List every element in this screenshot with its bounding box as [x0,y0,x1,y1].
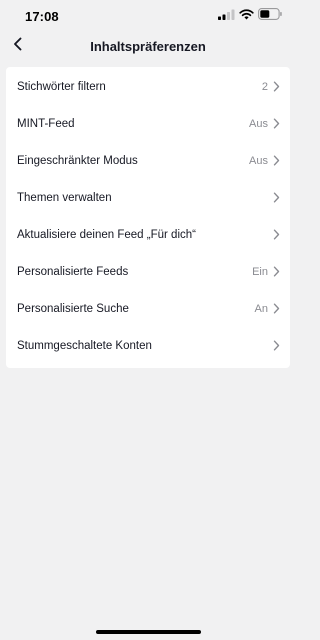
chevron-right-icon [273,192,280,203]
navigation-bar: Inhaltspräferenzen [0,34,296,60]
setting-row-personalized-feeds[interactable]: Personalisierte Feeds Ein [6,253,290,290]
setting-label: MINT-Feed [17,117,75,130]
battery-icon [258,7,282,25]
setting-row-refresh-for-you-feed[interactable]: Aktualisiere deinen Feed „Für dich“ [6,216,290,253]
chevron-right-icon [273,118,280,129]
setting-row-restricted-mode[interactable]: Eingeschränkter Modus Aus [6,142,290,179]
status-bar: 17:08 [0,0,296,34]
setting-value: Ein [252,265,268,278]
page-title: Inhaltspräferenzen [90,39,206,54]
setting-label: Stichwörter filtern [17,80,106,93]
setting-value: Aus [249,154,268,167]
chevron-right-icon [273,155,280,166]
setting-label: Personalisierte Suche [17,302,129,315]
setting-row-stem-feed[interactable]: MINT-Feed Aus [6,105,290,142]
setting-value: Aus [249,117,268,130]
cellular-signal-icon [218,7,235,25]
setting-label: Personalisierte Feeds [17,265,129,278]
settings-list: Stichwörter filtern 2 MINT-Feed Aus Eing… [6,67,290,368]
setting-label: Themen verwalten [17,191,112,204]
setting-row-personalized-search[interactable]: Personalisierte Suche An [6,290,290,327]
chevron-right-icon [273,81,280,92]
home-indicator[interactable] [96,630,201,634]
status-icons [218,7,282,25]
setting-label: Aktualisiere deinen Feed „Für dich“ [17,228,196,241]
setting-value: An [254,302,268,315]
setting-label: Eingeschränkter Modus [17,154,138,167]
chevron-right-icon [273,303,280,314]
wifi-icon [239,7,254,25]
setting-value: 2 [261,80,268,93]
status-time: 17:08 [25,9,59,24]
setting-row-filter-keywords[interactable]: Stichwörter filtern 2 [6,68,290,105]
chevron-right-icon [273,229,280,240]
chevron-right-icon [273,340,280,351]
setting-label: Stummgeschaltete Konten [17,339,152,352]
setting-row-muted-accounts[interactable]: Stummgeschaltete Konten [6,327,290,364]
setting-row-manage-topics[interactable]: Themen verwalten [6,179,290,216]
chevron-right-icon [273,266,280,277]
